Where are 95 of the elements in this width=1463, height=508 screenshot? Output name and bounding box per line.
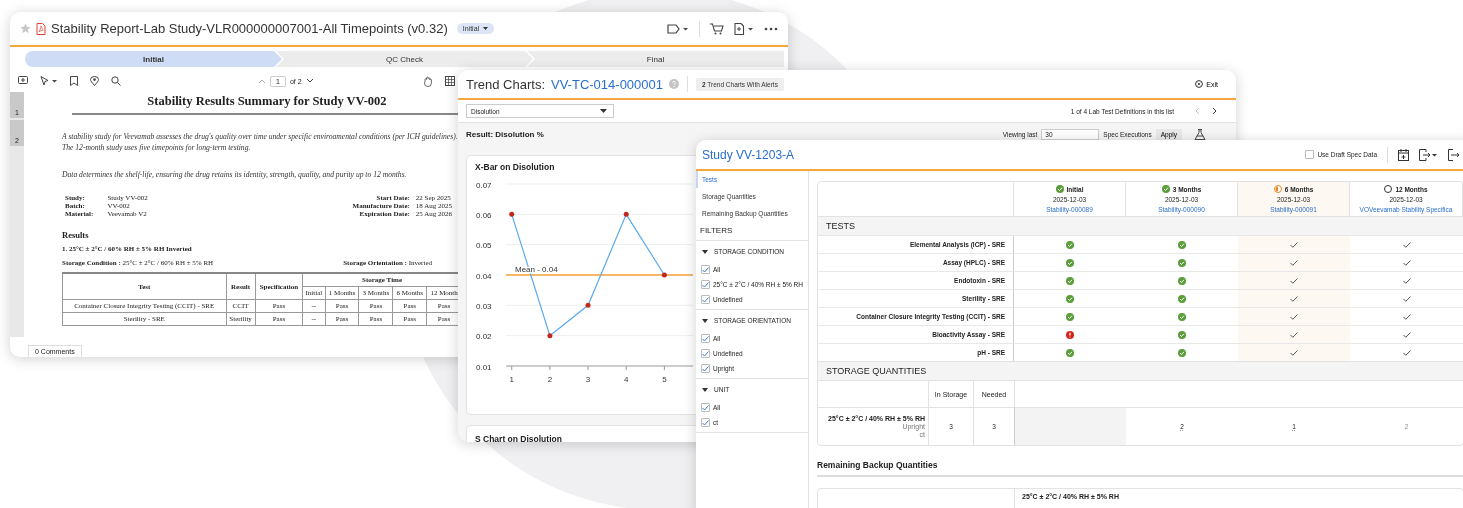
pdf-file-icon: [36, 22, 46, 35]
cart-icon[interactable]: [710, 22, 724, 35]
check-icon: [1290, 259, 1298, 266]
filters-heading: FILTERS: [696, 222, 808, 241]
check-icon: [1402, 331, 1411, 338]
window-title: Study VV-1203-A: [702, 147, 795, 162]
pass-icon: [1178, 240, 1186, 249]
x-tick-label: 2: [547, 375, 553, 384]
checkbox[interactable]: [701, 265, 710, 274]
flask-icon[interactable]: [1194, 128, 1206, 140]
checkbox[interactable]: [701, 280, 710, 289]
pass-icon: [1178, 312, 1186, 321]
complete-status-icon: [1055, 185, 1064, 193]
y-tick-label: 0.05: [476, 241, 492, 251]
check-icon: [1402, 295, 1411, 302]
section-header: STORAGE QUANTITIES: [818, 361, 1463, 380]
pointer-dropdown-icon[interactable]: [40, 76, 58, 86]
data-point: [547, 333, 553, 339]
pass-icon: [1066, 312, 1074, 321]
chart-title: X-Bar on Disolution: [475, 162, 555, 172]
pass-icon: [1066, 240, 1074, 249]
location-pin-icon[interactable]: [90, 76, 99, 86]
checkbox[interactable]: [701, 349, 710, 358]
search-icon[interactable]: [111, 76, 121, 86]
check-icon: [1402, 259, 1411, 266]
pass-icon: [1178, 294, 1186, 303]
window-title: Trend Charts:: [466, 76, 545, 92]
caret-icon: [483, 27, 489, 30]
check-icon: [1290, 277, 1298, 284]
bookmark-icon[interactable]: [70, 76, 78, 86]
workflow-step[interactable]: QC Check: [276, 51, 533, 67]
x-tick-label: 5: [662, 375, 667, 384]
x-tick-label: 1: [509, 375, 514, 384]
more-icon[interactable]: [764, 26, 778, 31]
caret-icon: [600, 109, 607, 113]
document-dropdown-icon[interactable]: [734, 22, 754, 35]
complete-status-icon: [1161, 185, 1170, 193]
check-icon: [1402, 277, 1411, 284]
chart-title: S Chart on Disolution: [475, 434, 562, 442]
pass-icon: [1066, 276, 1074, 285]
pass-icon: [1066, 258, 1074, 267]
checkbox[interactable]: [701, 418, 710, 427]
calendar-add-icon[interactable]: [1398, 148, 1409, 161]
data-point: [661, 272, 667, 278]
section-heading: Results: [62, 230, 90, 240]
tag-dropdown-icon[interactable]: [667, 22, 689, 35]
record-link[interactable]: VV-TC-014-000001: [551, 76, 663, 92]
add-comment-icon[interactable]: [18, 76, 28, 86]
y-tick-label: 0.02: [476, 332, 492, 342]
y-tick-label: 0.01: [476, 362, 492, 372]
pass-icon: [1178, 258, 1186, 267]
section-heading: Remaining Backup Quantities: [817, 460, 1463, 477]
check-icon: [1402, 241, 1411, 248]
x-tick-label: 4: [624, 375, 629, 384]
x-tick-label: 3: [585, 375, 591, 384]
check-icon: [1290, 313, 1298, 320]
exit-icon[interactable]: [1448, 148, 1460, 161]
not-started-status-icon: [1384, 185, 1393, 193]
star-icon[interactable]: [20, 23, 31, 34]
result-label: Result: Disolution %: [466, 129, 544, 139]
close-icon: [1195, 80, 1204, 88]
check-icon: [1290, 241, 1298, 248]
check-icon: [1402, 313, 1411, 320]
checkbox[interactable]: [701, 364, 710, 373]
checkbox[interactable]: [701, 295, 710, 304]
data-point: [623, 211, 629, 217]
grid-icon[interactable]: [445, 76, 455, 86]
window-title: Stability Report-Lab Study-VLR000000007001-All Timepoints (v0.32): [51, 21, 448, 36]
hand-icon[interactable]: [423, 75, 433, 87]
section-header: TESTS: [818, 216, 1463, 235]
workflow-step[interactable]: Final: [527, 51, 784, 67]
check-icon: [1290, 295, 1298, 302]
checkbox[interactable]: [701, 403, 710, 412]
checkbox[interactable]: [701, 334, 710, 343]
export-dropdown-icon[interactable]: [1419, 148, 1438, 161]
chevron-right-icon[interactable]: [1212, 107, 1218, 115]
pass-icon: [1178, 348, 1186, 357]
y-tick-label: 0.03: [476, 301, 492, 311]
workflow-step[interactable]: Initial: [25, 51, 282, 67]
check-icon: [1290, 331, 1298, 338]
pass-icon: [1066, 294, 1074, 303]
check-icon: [1290, 349, 1298, 356]
pass-icon: [1066, 348, 1074, 357]
check-icon: [1402, 349, 1411, 356]
pass-icon: [1178, 330, 1186, 339]
data-point: [585, 302, 591, 308]
y-tick-label: 0.07: [476, 180, 492, 190]
y-tick-label: 0.06: [476, 210, 492, 220]
in-progress-status-icon: [1273, 185, 1282, 193]
pass-icon: [1178, 276, 1186, 285]
chevron-down-icon[interactable]: [305, 78, 314, 84]
alert-icon: [1066, 330, 1074, 339]
y-tick-label: 0.04: [476, 271, 492, 281]
checkbox[interactable]: [1305, 150, 1315, 159]
data-point: [509, 211, 515, 217]
